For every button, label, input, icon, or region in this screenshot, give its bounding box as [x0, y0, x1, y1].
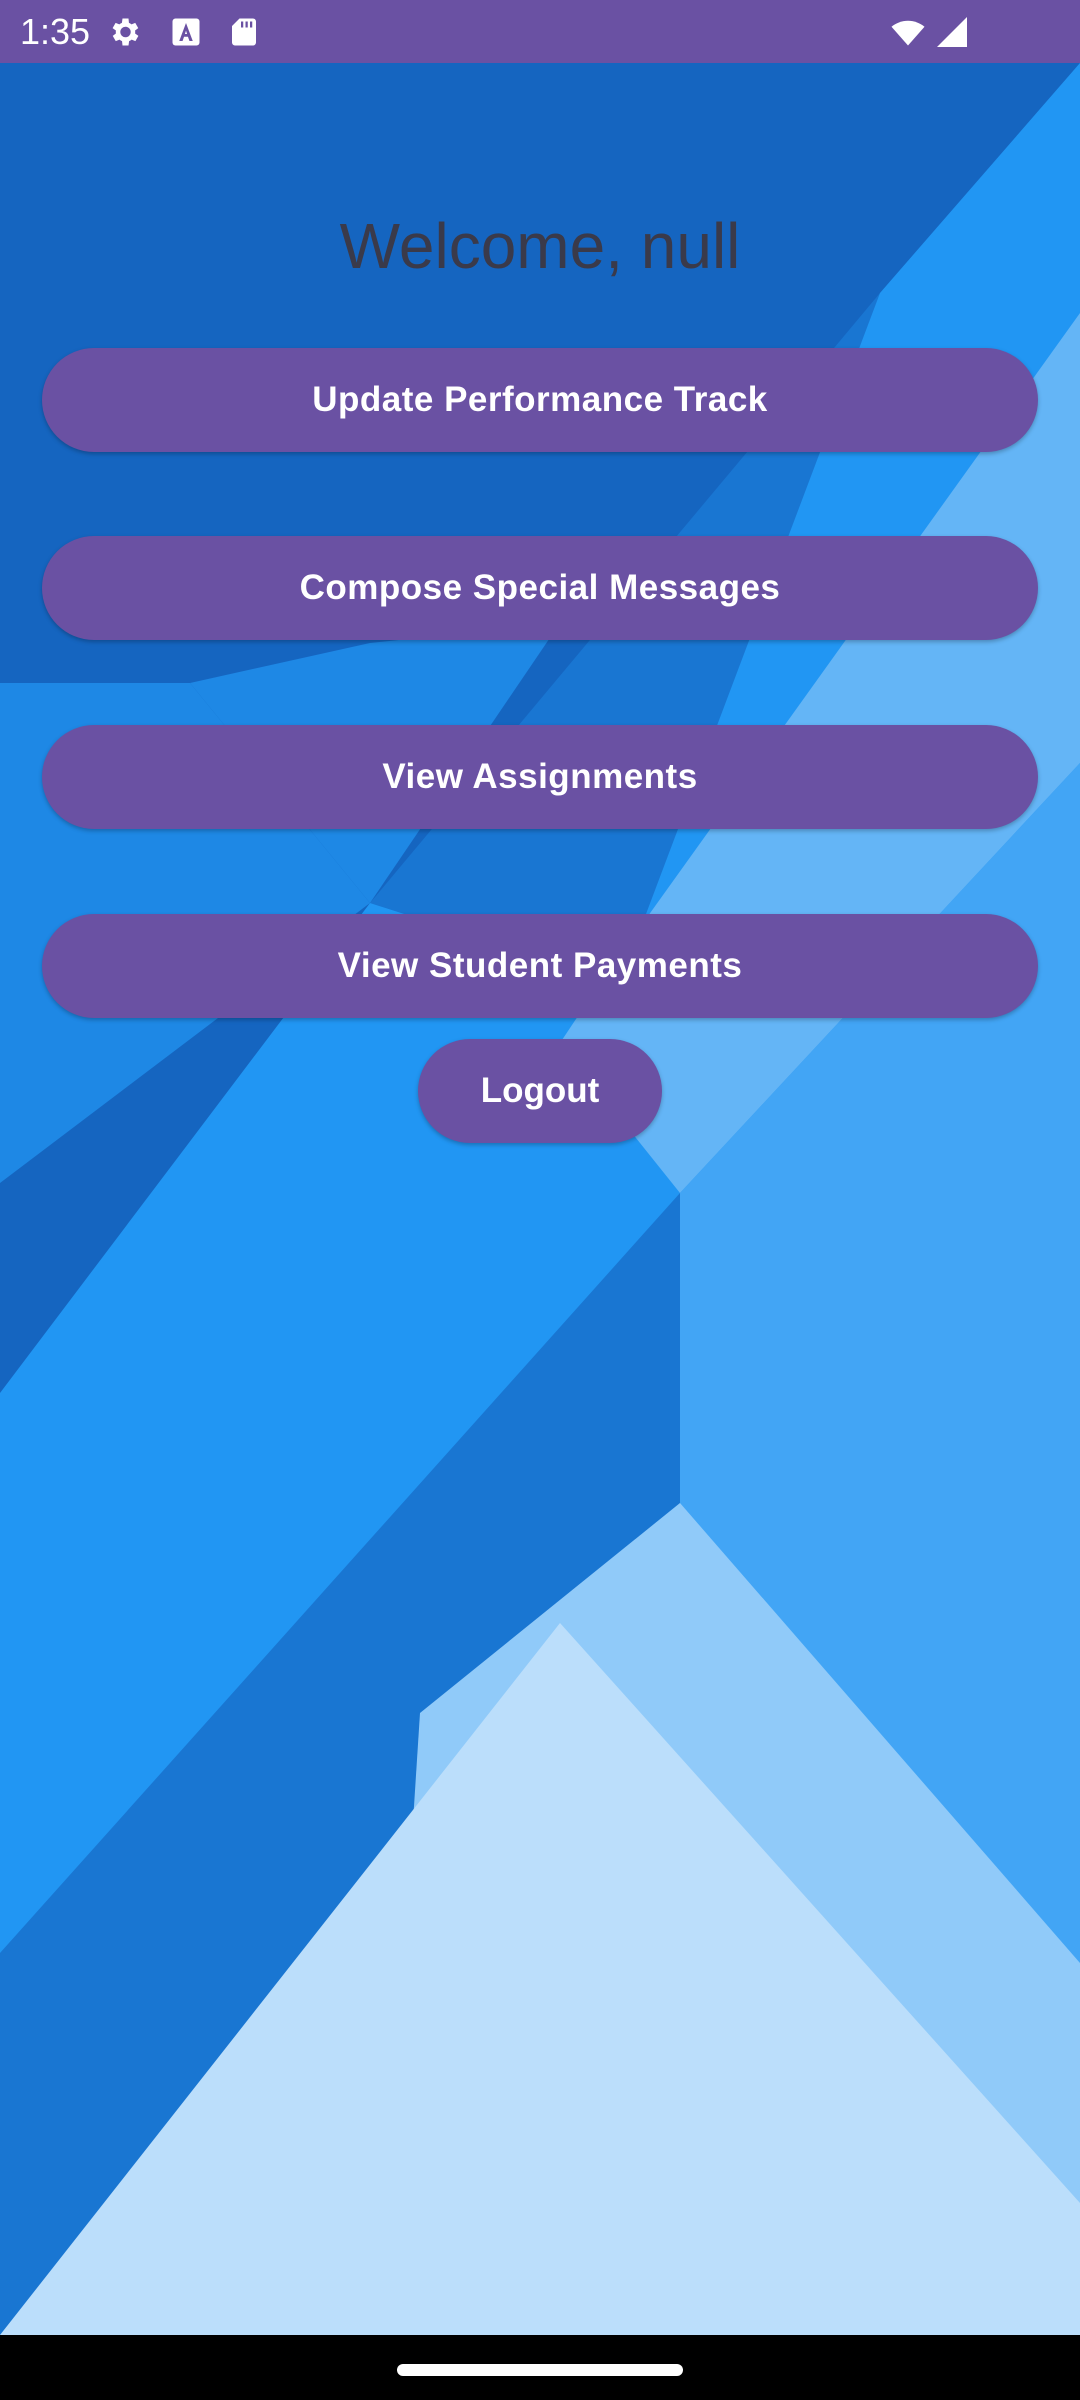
gear-icon	[112, 18, 139, 46]
view-assignments-button[interactable]: View Assignments	[42, 725, 1038, 829]
compose-special-messages-button[interactable]: Compose Special Messages	[42, 536, 1038, 640]
update-performance-track-button[interactable]: Update Performance Track	[42, 348, 1038, 452]
main-content: Welcome, null Update Performance Track C…	[0, 63, 1080, 2335]
wifi-icon	[891, 20, 925, 46]
status-time: 1:35	[20, 11, 91, 52]
text-a-icon	[172, 18, 200, 46]
welcome-heading: Welcome, null	[339, 210, 741, 282]
cell-signal-icon	[937, 17, 967, 47]
sd-card-icon	[232, 18, 256, 46]
logout-button[interactable]: Logout	[418, 1039, 662, 1143]
home-gesture-handle[interactable]	[397, 2364, 683, 2376]
view-student-payments-button[interactable]: View Student Payments	[42, 914, 1038, 1018]
status-bar: 1:35	[0, 0, 1080, 63]
